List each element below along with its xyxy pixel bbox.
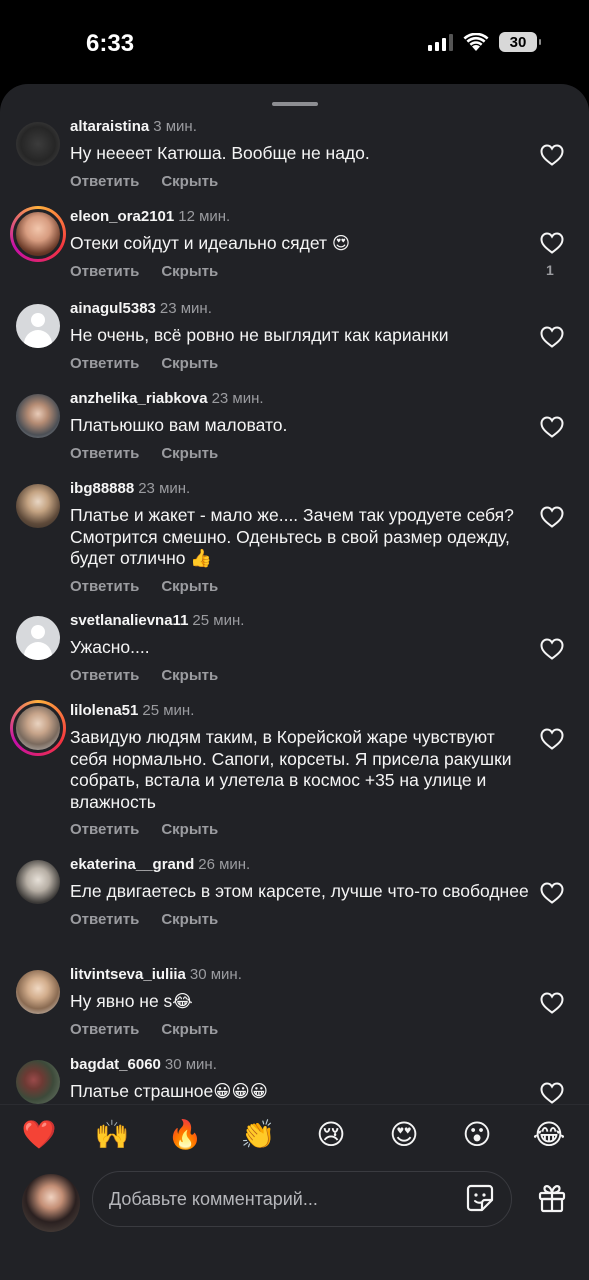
- reaction-laughing[interactable]: 😂: [531, 1119, 567, 1151]
- cellular-signal-icon: [428, 33, 453, 51]
- status-bar: 6:33 30: [0, 0, 589, 82]
- reply-button[interactable]: Ответить: [70, 355, 139, 372]
- reply-button[interactable]: Ответить: [70, 821, 139, 838]
- comment-username[interactable]: bagdat_6060: [70, 1056, 161, 1073]
- avatar[interactable]: [16, 970, 60, 1014]
- heart-icon[interactable]: [540, 728, 564, 750]
- comment-username[interactable]: altaraistina: [70, 118, 149, 135]
- hide-button[interactable]: Скрыть: [161, 355, 218, 372]
- comment-time: 23 мин.: [138, 480, 191, 497]
- hide-button[interactable]: Скрыть: [161, 821, 218, 838]
- gift-icon[interactable]: [536, 1182, 568, 1214]
- heart-icon[interactable]: [540, 992, 564, 1014]
- comment-text: Платье страшное😀😀😀: [70, 1081, 268, 1101]
- comment-composer: [0, 1168, 589, 1280]
- reaction-clap[interactable]: 👏: [240, 1119, 276, 1151]
- comment-time: 25 мин.: [142, 702, 195, 719]
- comment-username[interactable]: lilolena51: [70, 702, 138, 719]
- like-count[interactable]: 1: [546, 262, 554, 278]
- comment-username[interactable]: ibg88888: [70, 480, 134, 497]
- reply-button[interactable]: Ответить: [70, 911, 139, 928]
- comment-text: Завидую людям таким, в Корейской жаре чу…: [70, 727, 512, 812]
- avatar[interactable]: [16, 484, 60, 528]
- comment-time: 30 мин.: [189, 966, 242, 983]
- reply-button[interactable]: Ответить: [70, 263, 139, 280]
- heart-icon[interactable]: [540, 882, 564, 904]
- reaction-surprised[interactable]: 😮: [459, 1119, 495, 1151]
- current-user-avatar: [22, 1174, 80, 1232]
- status-icons: 30: [428, 32, 541, 52]
- comment-time: 3 мин.: [153, 118, 197, 135]
- status-time: 6:33: [86, 30, 135, 57]
- comment-time: 25 мин.: [192, 612, 245, 629]
- reaction-heart-eyes[interactable]: 😍: [386, 1119, 422, 1151]
- drag-handle[interactable]: [272, 102, 318, 106]
- avatar[interactable]: [16, 860, 60, 904]
- comment-time: 12 мин.: [178, 208, 231, 225]
- heart-icon[interactable]: [540, 144, 564, 166]
- comment-time: 30 мин.: [164, 1056, 217, 1073]
- hide-button[interactable]: Скрыть: [161, 667, 218, 684]
- hide-button[interactable]: Скрыть: [161, 578, 218, 595]
- comment-username[interactable]: eleon_ora2101: [70, 208, 174, 225]
- comment-text: Отеки сойдут и идеально сядет 😍: [70, 233, 351, 253]
- heart-icon[interactable]: [540, 416, 564, 438]
- reply-button[interactable]: Ответить: [70, 173, 139, 190]
- reaction-heart[interactable]: ❤️: [21, 1119, 57, 1151]
- hide-button[interactable]: Скрыть: [161, 445, 218, 462]
- hide-button[interactable]: Скрыть: [161, 173, 218, 190]
- hide-button[interactable]: Скрыть: [161, 911, 218, 928]
- comment-text: Ну неееет Катюша. Вообще не надо.: [70, 143, 370, 163]
- avatar-story[interactable]: [10, 206, 66, 262]
- comment-time: 23 мин.: [211, 390, 264, 407]
- wifi-icon: [463, 32, 489, 51]
- avatar-default[interactable]: [16, 304, 60, 348]
- reply-button[interactable]: Ответить: [70, 578, 139, 595]
- reply-button[interactable]: Ответить: [70, 1021, 139, 1038]
- heart-icon[interactable]: [540, 326, 564, 348]
- comment-username[interactable]: ainagul5383: [70, 300, 156, 317]
- comment-username[interactable]: ekaterina__grand: [70, 856, 194, 873]
- comment-text: Не очень, всё ровно не выглядит как кари…: [70, 325, 449, 345]
- comments-sheet: altaraistina 3 мин. Ну неееет Катюша. Воо…: [0, 84, 589, 1280]
- avatar[interactable]: [16, 1060, 60, 1104]
- comment-text: Еле двигаетесь в этом карсете, лучше что…: [70, 881, 529, 901]
- heart-icon[interactable]: [540, 638, 564, 660]
- hide-button[interactable]: Скрыть: [161, 263, 218, 280]
- comment-text: Ужасно....: [70, 637, 150, 657]
- reaction-crying[interactable]: 😢: [313, 1119, 349, 1151]
- comment-username[interactable]: anzhelika_riabkova: [70, 390, 208, 407]
- reaction-fire[interactable]: 🔥: [167, 1119, 203, 1151]
- reply-button[interactable]: Ответить: [70, 445, 139, 462]
- comment-time: 26 мин.: [198, 856, 251, 873]
- sticker-icon[interactable]: [465, 1183, 495, 1213]
- hide-button[interactable]: Скрыть: [161, 1021, 218, 1038]
- heart-icon[interactable]: [540, 232, 564, 254]
- battery-icon: 30: [499, 32, 541, 52]
- heart-icon[interactable]: [540, 506, 564, 528]
- comment-text: Ну явно не s😂: [70, 991, 193, 1011]
- avatar[interactable]: [16, 394, 60, 438]
- avatar-story[interactable]: [10, 700, 66, 756]
- avatar-default[interactable]: [16, 616, 60, 660]
- comment-text: Платьюшко вам маловато.: [70, 415, 288, 435]
- comment-input[interactable]: [92, 1171, 512, 1227]
- comment-time: 23 мин.: [159, 300, 212, 317]
- comment-text: Платье и жакет - мало же.... Зачем так у…: [70, 505, 514, 568]
- reaction-raised-hands[interactable]: 🙌: [94, 1119, 130, 1151]
- avatar[interactable]: [16, 122, 60, 166]
- comment-username[interactable]: litvintseva_iuliia: [70, 966, 186, 983]
- quick-reactions-bar: ❤️ 🙌 🔥 👏 😢 😍 😮 😂: [0, 1104, 589, 1167]
- heart-icon[interactable]: [540, 1082, 564, 1104]
- comment-username[interactable]: svetlanalievna11: [70, 612, 188, 629]
- reply-button[interactable]: Ответить: [70, 667, 139, 684]
